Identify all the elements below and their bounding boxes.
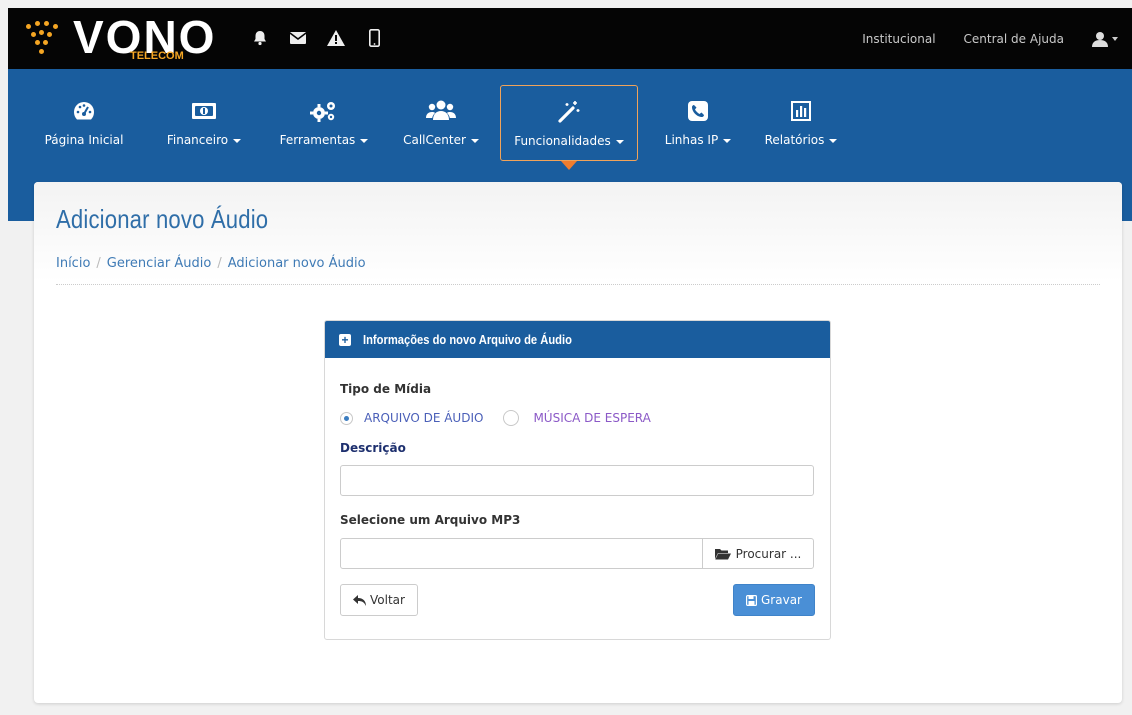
bar-chart-icon — [786, 95, 816, 127]
nav-label: Financeiro — [166, 133, 229, 147]
logo-dots-icon — [26, 20, 66, 60]
breadcrumb-current: Adicionar novo Áudio — [227, 256, 366, 271]
warning-icon[interactable] — [326, 26, 346, 50]
user-menu[interactable] — [1092, 31, 1118, 47]
nav-label: Página Inicial — [44, 133, 124, 147]
mobile-icon[interactable] — [364, 26, 384, 50]
nav-label: Funcionalidades — [514, 134, 611, 148]
active-nav-pointer — [561, 161, 577, 170]
radio-label: ARQUIVO DE ÁUDIO — [364, 411, 484, 425]
save-label: Gravar — [761, 593, 802, 607]
users-icon — [426, 95, 456, 127]
radio-label: MÚSICA DE ESPERA — [533, 411, 651, 425]
link-institucional[interactable]: Institucional — [862, 32, 935, 46]
page-header: Adicionar novo Áudio Início / Gerenciar Áu… — [34, 182, 1122, 282]
description-label: Descrição — [340, 441, 406, 455]
phone-icon — [683, 95, 713, 127]
file-label: Selecione um Arquivo MP3 — [340, 513, 521, 527]
chevron-down-icon — [1112, 36, 1118, 41]
top-bar: VONO TELECOM Institucional Central de Aj… — [8, 8, 1132, 69]
brand-subtitle: TELECOM — [130, 50, 184, 62]
vono-logo[interactable]: VONO TELECOM — [18, 11, 243, 66]
panel-header: + Informações do novo Arquivo de Áudio — [325, 321, 830, 358]
user-icon — [1092, 31, 1108, 47]
media-type-radio-group: ARQUIVO DE ÁUDIO MÚSICA DE ESPERA — [340, 410, 671, 426]
browse-label: Procurar ... — [735, 546, 802, 561]
nav-linhas-ip[interactable]: Linhas IP — [653, 85, 743, 161]
file-path-field[interactable] — [341, 539, 702, 568]
nav-relatorios[interactable]: Relatórios — [753, 85, 849, 161]
back-label: Voltar — [370, 593, 405, 607]
nav-ferramentas[interactable]: Ferramentas — [268, 85, 380, 161]
nav-financeiro[interactable]: Financeiro — [150, 85, 258, 161]
audio-form-panel: + Informações do novo Arquivo de Áudio T… — [324, 320, 831, 640]
plus-square-icon: + — [339, 333, 351, 346]
radio-option-arquivo-de-audio[interactable]: ARQUIVO DE ÁUDIO — [340, 411, 483, 425]
reply-icon — [353, 594, 367, 606]
save-button[interactable]: Gravar — [733, 584, 815, 616]
folder-open-icon — [714, 548, 731, 559]
link-central-de-ajuda[interactable]: Central de Ajuda — [964, 32, 1064, 46]
breadcrumb: Início / Gerenciar Áudio / Adicionar novo Áu… — [56, 256, 366, 271]
radio-button-checked[interactable] — [340, 411, 353, 425]
page-title: Adicionar novo Áudio — [56, 204, 269, 234]
file-picker: Procurar ... — [340, 538, 814, 569]
nav-label: Ferramentas — [279, 133, 356, 147]
dashboard-icon — [69, 95, 99, 127]
header-divider — [56, 284, 1100, 285]
money-icon — [189, 95, 219, 127]
nav-label: Relatórios — [764, 133, 825, 147]
panel-title: Informações do novo Arquivo de Áudio — [363, 332, 572, 347]
radio-button-unchecked[interactable] — [503, 410, 520, 426]
floppy-disk-icon — [746, 594, 757, 606]
description-input[interactable] — [340, 465, 814, 496]
nav-label: Linhas IP — [664, 133, 719, 147]
breadcrumb-gerenciar-audio[interactable]: Gerenciar Áudio — [107, 256, 212, 271]
content-card: Adicionar novo Áudio Início / Gerenciar Áu… — [34, 182, 1122, 703]
nav-label: CallCenter — [403, 133, 466, 147]
browse-button[interactable]: Procurar ... — [702, 539, 813, 568]
gears-icon — [309, 95, 339, 127]
nav-pagina-inicial[interactable]: Página Inicial — [30, 85, 138, 161]
media-type-label: Tipo de Mídia — [340, 382, 432, 396]
back-button[interactable]: Voltar — [340, 584, 418, 616]
envelope-icon[interactable] — [288, 26, 308, 50]
nav-callcenter[interactable]: CallCenter — [388, 85, 494, 161]
magic-wand-icon — [554, 96, 584, 128]
radio-option-musica-de-espera[interactable]: MÚSICA DE ESPERA — [503, 410, 651, 426]
bell-icon[interactable] — [250, 26, 270, 50]
nav-funcionalidades[interactable]: Funcionalidades — [500, 85, 638, 170]
breadcrumb-inicio[interactable]: Início — [56, 256, 90, 271]
